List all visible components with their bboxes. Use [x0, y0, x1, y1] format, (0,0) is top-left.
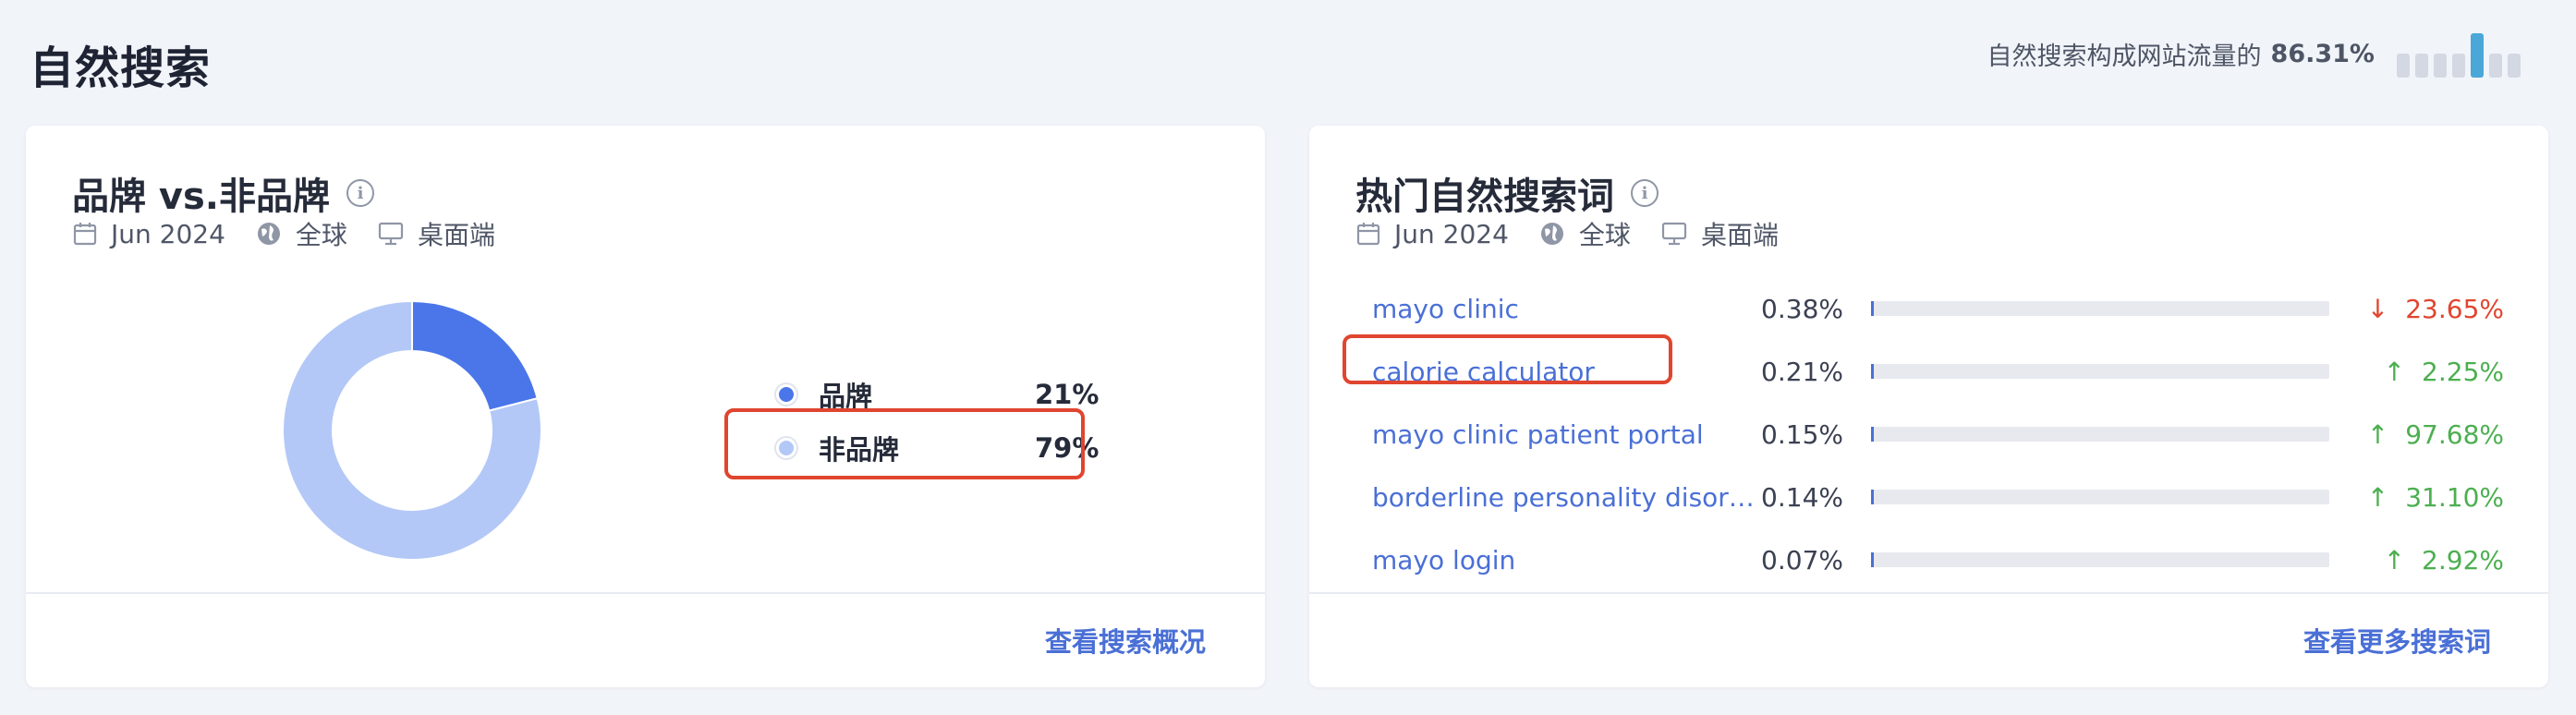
- keyword-share-bar-fill: [1871, 427, 1874, 442]
- card-title: 热门自然搜索词 i: [1355, 166, 1659, 220]
- calendar-icon: [1356, 223, 1380, 246]
- keyword-change-value: 97.68%: [2405, 418, 2504, 450]
- globe-icon: [1540, 223, 1563, 245]
- keyword-share-bar: [1871, 552, 2329, 567]
- keyword-change-value: 31.10%: [2405, 481, 2504, 513]
- traffic-bar-organic: [2471, 33, 2484, 78]
- keyword-link[interactable]: mayo clinic: [1372, 294, 1760, 324]
- keyword-share-bar-fill: [1871, 364, 1874, 379]
- device-label: 桌面端: [1700, 220, 1779, 250]
- device-label: 桌面端: [417, 220, 495, 250]
- page-title: 自然搜索: [30, 42, 212, 94]
- traffic-bar: [2452, 54, 2465, 78]
- keyword-share-bar-fill: [1871, 301, 1874, 316]
- keyword-change-value: 23.65%: [2405, 293, 2504, 324]
- traffic-share-label: 自然搜索构成网站流量的: [1987, 42, 2262, 71]
- keyword-share: 0.38%: [1761, 293, 1843, 324]
- arrow-icon: ↑: [2383, 544, 2406, 576]
- keyword-share-bar: [1871, 364, 2329, 379]
- globe-icon: [257, 223, 280, 245]
- highlight-box-calorie-calculator: [1343, 334, 1672, 384]
- traffic-bar: [2415, 54, 2428, 78]
- top-organic-keywords-card: 热门自然搜索词 i Jun 2024 全球 桌面端 mayo clinic 0.…: [1309, 126, 2548, 687]
- keyword-share-bar: [1871, 427, 2329, 442]
- traffic-bar: [2508, 54, 2521, 78]
- keyword-share-bar-fill: [1871, 490, 1874, 504]
- region-label: 全球: [295, 220, 347, 250]
- keyword-link[interactable]: mayo login: [1372, 545, 1760, 576]
- info-icon[interactable]: i: [1631, 179, 1659, 207]
- traffic-share-summary: 自然搜索构成网站流量的 86.31%: [1987, 30, 2521, 78]
- keyword-change-value: 2.25%: [2422, 356, 2504, 387]
- keyword-row: mayo login 0.07% ↑ 2.92%: [1372, 528, 2504, 591]
- card-title: 品牌 vs.非品牌 i: [72, 166, 375, 220]
- arrow-icon: ↑: [2366, 418, 2389, 450]
- arrow-icon: ↑: [2383, 356, 2406, 387]
- keyword-share: 0.21%: [1761, 356, 1843, 387]
- desktop-icon: [378, 222, 404, 246]
- card-divider: [1309, 592, 2548, 594]
- keywords-card-title: 热门自然搜索词: [1355, 176, 1614, 218]
- keyword-link[interactable]: mayo clinic patient portal: [1372, 419, 1760, 450]
- keyword-change: ↑ 2.25%: [2329, 357, 2504, 387]
- keyword-list: mayo clinic 0.38% ↓ 23.65% calorie calcu…: [1372, 277, 2504, 591]
- region-label: 全球: [1578, 220, 1631, 250]
- traffic-channel-bars[interactable]: [2397, 30, 2521, 78]
- keyword-share-bar: [1871, 301, 2329, 316]
- view-search-overview-link[interactable]: 查看搜索概况: [1045, 621, 1206, 660]
- arrow-icon: ↓: [2366, 293, 2389, 324]
- filter-meta: Jun 2024 全球 桌面端: [72, 215, 495, 252]
- calendar-icon: [73, 223, 97, 246]
- keyword-change: ↑ 97.68%: [2329, 419, 2504, 450]
- keyword-change: ↓ 23.65%: [2329, 294, 2504, 324]
- legend-dot-brand: [776, 384, 796, 405]
- card-divider: [26, 592, 1265, 594]
- keyword-row: mayo clinic patient portal 0.15% ↑ 97.68…: [1372, 403, 2504, 466]
- traffic-bar: [2434, 54, 2447, 78]
- keyword-row: borderline personality disor… 0.14% ↑ 31…: [1372, 466, 2504, 528]
- keyword-share: 0.14%: [1761, 481, 1843, 513]
- keyword-change: ↑ 31.10%: [2329, 482, 2504, 513]
- highlight-box-nonbrand: [724, 408, 1085, 479]
- keyword-share-bar-fill: [1871, 552, 1874, 567]
- brand-card-title: 品牌 vs.非品牌: [72, 176, 331, 218]
- arrow-icon: ↑: [2366, 481, 2389, 513]
- keyword-share: 0.15%: [1761, 418, 1843, 450]
- desktop-icon: [1661, 222, 1687, 246]
- donut-slice-brand[interactable]: [411, 299, 539, 412]
- keyword-share-bar: [1871, 490, 2329, 504]
- keyword-change: ↑ 2.92%: [2329, 545, 2504, 576]
- traffic-share-value: 86.31%: [2270, 39, 2375, 68]
- brand-donut-chart[interactable]: [273, 292, 551, 569]
- date-label: Jun 2024: [111, 218, 225, 249]
- date-label: Jun 2024: [1394, 218, 1509, 249]
- keyword-row: mayo clinic 0.38% ↓ 23.65%: [1372, 277, 2504, 340]
- filter-meta: Jun 2024 全球 桌面端: [1355, 215, 1779, 252]
- info-icon[interactable]: i: [346, 179, 375, 207]
- traffic-bar: [2489, 54, 2502, 78]
- brand-vs-nonbrand-card: 品牌 vs.非品牌 i Jun 2024 全球 桌面端 品牌 21% 非品牌 7…: [26, 126, 1265, 687]
- legend-value: 21%: [1035, 379, 1100, 410]
- traffic-bar: [2397, 54, 2410, 78]
- view-more-keywords-link[interactable]: 查看更多搜索词: [2303, 621, 2491, 660]
- keyword-change-value: 2.92%: [2422, 544, 2504, 576]
- keyword-share: 0.07%: [1761, 544, 1843, 576]
- keyword-link[interactable]: borderline personality disor…: [1372, 482, 1760, 513]
